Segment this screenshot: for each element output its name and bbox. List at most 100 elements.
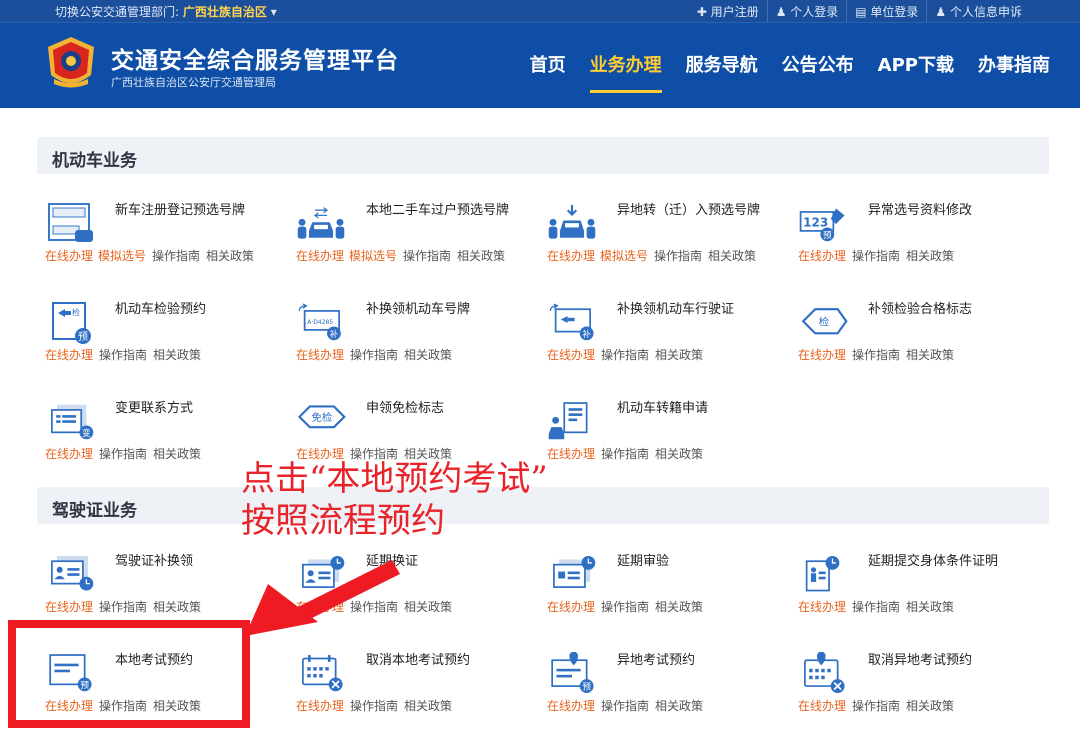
service-title[interactable]: 补换领机动车行驶证 bbox=[617, 301, 767, 319]
guide-link[interactable]: 操作指南 bbox=[852, 600, 900, 614]
guide-link[interactable]: 操作指南 bbox=[601, 348, 649, 362]
online-handle-link[interactable]: 在线办理 bbox=[547, 699, 595, 713]
service-title[interactable]: 延期提交身体条件证明 bbox=[868, 553, 1018, 571]
guide-link[interactable]: 操作指南 bbox=[152, 249, 200, 263]
simulate-select-link[interactable]: 模拟选号 bbox=[98, 249, 146, 263]
policy-link[interactable]: 相关政策 bbox=[906, 348, 954, 362]
guide-link[interactable]: 操作指南 bbox=[99, 348, 147, 362]
online-handle-link[interactable]: 在线办理 bbox=[798, 699, 846, 713]
nav-service-guide[interactable]: 服务导航 bbox=[686, 23, 758, 109]
personal-login-link[interactable]: ♟ 个人登录 bbox=[766, 0, 847, 22]
online-handle-link[interactable]: 在线办理 bbox=[296, 600, 344, 614]
service-title[interactable]: 异地转（迁）入预选号牌 bbox=[617, 202, 767, 220]
policy-link[interactable]: 相关政策 bbox=[906, 600, 954, 614]
guide-link[interactable]: 操作指南 bbox=[99, 447, 147, 461]
online-handle-link[interactable]: 在线办理 bbox=[547, 348, 595, 362]
guide-link[interactable]: 操作指南 bbox=[403, 249, 451, 263]
service-license-replace-driver: 驾驶证补换领 在线办理 操作指南 相关政策 bbox=[37, 551, 287, 631]
guide-link[interactable]: 操作指南 bbox=[350, 348, 398, 362]
chevron-down-icon[interactable]: ▾ bbox=[271, 5, 277, 19]
online-handle-link[interactable]: 在线办理 bbox=[296, 699, 344, 713]
service-title[interactable]: 取消异地考试预约 bbox=[868, 652, 1018, 670]
section-title: 驾驶证业务 bbox=[52, 501, 137, 521]
nav-home[interactable]: 首页 bbox=[530, 23, 566, 109]
policy-link[interactable]: 相关政策 bbox=[206, 249, 254, 263]
review-card-icon bbox=[553, 556, 596, 588]
policy-link[interactable]: 相关政策 bbox=[404, 699, 452, 713]
service-actions: 在线办理 操作指南 相关政策 bbox=[547, 445, 703, 462]
service-title[interactable]: 补换领机动车号牌 bbox=[366, 301, 516, 319]
policy-link[interactable]: 相关政策 bbox=[655, 447, 703, 461]
service-actions: 在线办理 模拟选号 操作指南 相关政策 bbox=[296, 247, 505, 264]
guide-link[interactable]: 操作指南 bbox=[350, 600, 398, 614]
service-new-car-plate: 新车注册登记预选号牌 在线办理 模拟选号 操作指南 相关政策 bbox=[37, 200, 287, 280]
id-card-icon bbox=[51, 556, 94, 591]
online-handle-link[interactable]: 在线办理 bbox=[798, 348, 846, 362]
guide-link[interactable]: 操作指南 bbox=[601, 447, 649, 461]
online-handle-link[interactable]: 在线办理 bbox=[547, 447, 595, 461]
personal-appeal-link[interactable]: ♟ 个人信息申诉 bbox=[926, 0, 1030, 22]
supp-badge-label: 补 bbox=[330, 328, 339, 340]
online-handle-link[interactable]: 在线办理 bbox=[45, 447, 93, 461]
policy-link[interactable]: 相关政策 bbox=[655, 600, 703, 614]
transfer-car-icon bbox=[297, 207, 345, 239]
service-title[interactable]: 异地考试预约 bbox=[617, 652, 767, 670]
guide-link[interactable]: 操作指南 bbox=[601, 699, 649, 713]
service-title[interactable]: 申领免检标志 bbox=[366, 400, 516, 418]
simulate-select-link[interactable]: 模拟选号 bbox=[600, 249, 648, 263]
register-link[interactable]: ✚ 用户注册 bbox=[689, 0, 767, 22]
nav-announcements[interactable]: 公告公布 bbox=[782, 23, 854, 109]
region-name[interactable]: 广西壮族自治区 bbox=[183, 5, 267, 19]
online-handle-link[interactable]: 在线办理 bbox=[296, 249, 344, 263]
online-handle-link[interactable]: 在线办理 bbox=[45, 600, 93, 614]
guide-link[interactable]: 操作指南 bbox=[852, 249, 900, 263]
service-title[interactable]: 机动车检验预约 bbox=[115, 301, 265, 319]
service-title[interactable]: 补领检验合格标志 bbox=[868, 301, 1018, 319]
simulate-select-link[interactable]: 模拟选号 bbox=[349, 249, 397, 263]
service-title[interactable]: 本地二手车过户预选号牌 bbox=[366, 202, 516, 220]
guide-link[interactable]: 操作指南 bbox=[852, 348, 900, 362]
online-handle-link[interactable]: 在线办理 bbox=[547, 600, 595, 614]
policy-link[interactable]: 相关政策 bbox=[404, 348, 452, 362]
policy-link[interactable]: 相关政策 bbox=[153, 348, 201, 362]
policy-link[interactable]: 相关政策 bbox=[906, 699, 954, 713]
service-actions: 在线办理 模拟选号 操作指南 相关政策 bbox=[45, 247, 254, 264]
policy-link[interactable]: 相关政策 bbox=[153, 600, 201, 614]
guide-link[interactable]: 操作指南 bbox=[99, 600, 147, 614]
service-actions: 在线办理 操作指南 相关政策 bbox=[547, 598, 703, 615]
service-title[interactable]: 延期审验 bbox=[617, 553, 767, 571]
unit-login-link[interactable]: ▤ 单位登录 bbox=[846, 0, 926, 22]
edit-number-icon: 123 预 bbox=[799, 208, 845, 242]
nav-app-download[interactable]: APP下载 bbox=[878, 23, 954, 109]
service-title[interactable]: 异常选号资料修改 bbox=[868, 202, 1018, 220]
online-handle-link[interactable]: 在线办理 bbox=[798, 249, 846, 263]
policy-link[interactable]: 相关政策 bbox=[457, 249, 505, 263]
region-switcher[interactable]: 切换公安交通管理部门: 广西壮族自治区 ▾ bbox=[55, 3, 277, 20]
online-handle-link[interactable]: 在线办理 bbox=[45, 348, 93, 362]
nav-handling-guide[interactable]: 办事指南 bbox=[978, 23, 1050, 109]
police-emblem-icon bbox=[48, 37, 94, 88]
guide-link[interactable]: 操作指南 bbox=[350, 699, 398, 713]
service-title[interactable]: 取消本地考试预约 bbox=[366, 652, 516, 670]
guide-link[interactable]: 操作指南 bbox=[654, 249, 702, 263]
service-title[interactable]: 驾驶证补换领 bbox=[115, 553, 265, 571]
vehicle-section-header: 机动车业务 bbox=[37, 137, 1049, 174]
nav-business[interactable]: 业务办理 bbox=[589, 23, 662, 109]
policy-link[interactable]: 相关政策 bbox=[655, 348, 703, 362]
service-title[interactable]: 延期换证 bbox=[366, 553, 516, 571]
guide-link[interactable]: 操作指南 bbox=[852, 699, 900, 713]
online-handle-link[interactable]: 在线办理 bbox=[798, 600, 846, 614]
service-title[interactable]: 机动车转籍申请 bbox=[617, 400, 767, 418]
policy-link[interactable]: 相关政策 bbox=[906, 249, 954, 263]
policy-link[interactable]: 相关政策 bbox=[655, 699, 703, 713]
policy-link[interactable]: 相关政策 bbox=[153, 447, 201, 461]
service-title[interactable]: 变更联系方式 bbox=[115, 400, 265, 418]
online-handle-link[interactable]: 在线办理 bbox=[45, 249, 93, 263]
online-handle-link[interactable]: 在线办理 bbox=[547, 249, 595, 263]
policy-link[interactable]: 相关政策 bbox=[404, 600, 452, 614]
guide-link[interactable]: 操作指南 bbox=[601, 600, 649, 614]
policy-link[interactable]: 相关政策 bbox=[708, 249, 756, 263]
online-handle-link[interactable]: 在线办理 bbox=[296, 348, 344, 362]
service-title[interactable]: 新车注册登记预选号牌 bbox=[115, 202, 265, 220]
highlight-box bbox=[8, 620, 250, 728]
